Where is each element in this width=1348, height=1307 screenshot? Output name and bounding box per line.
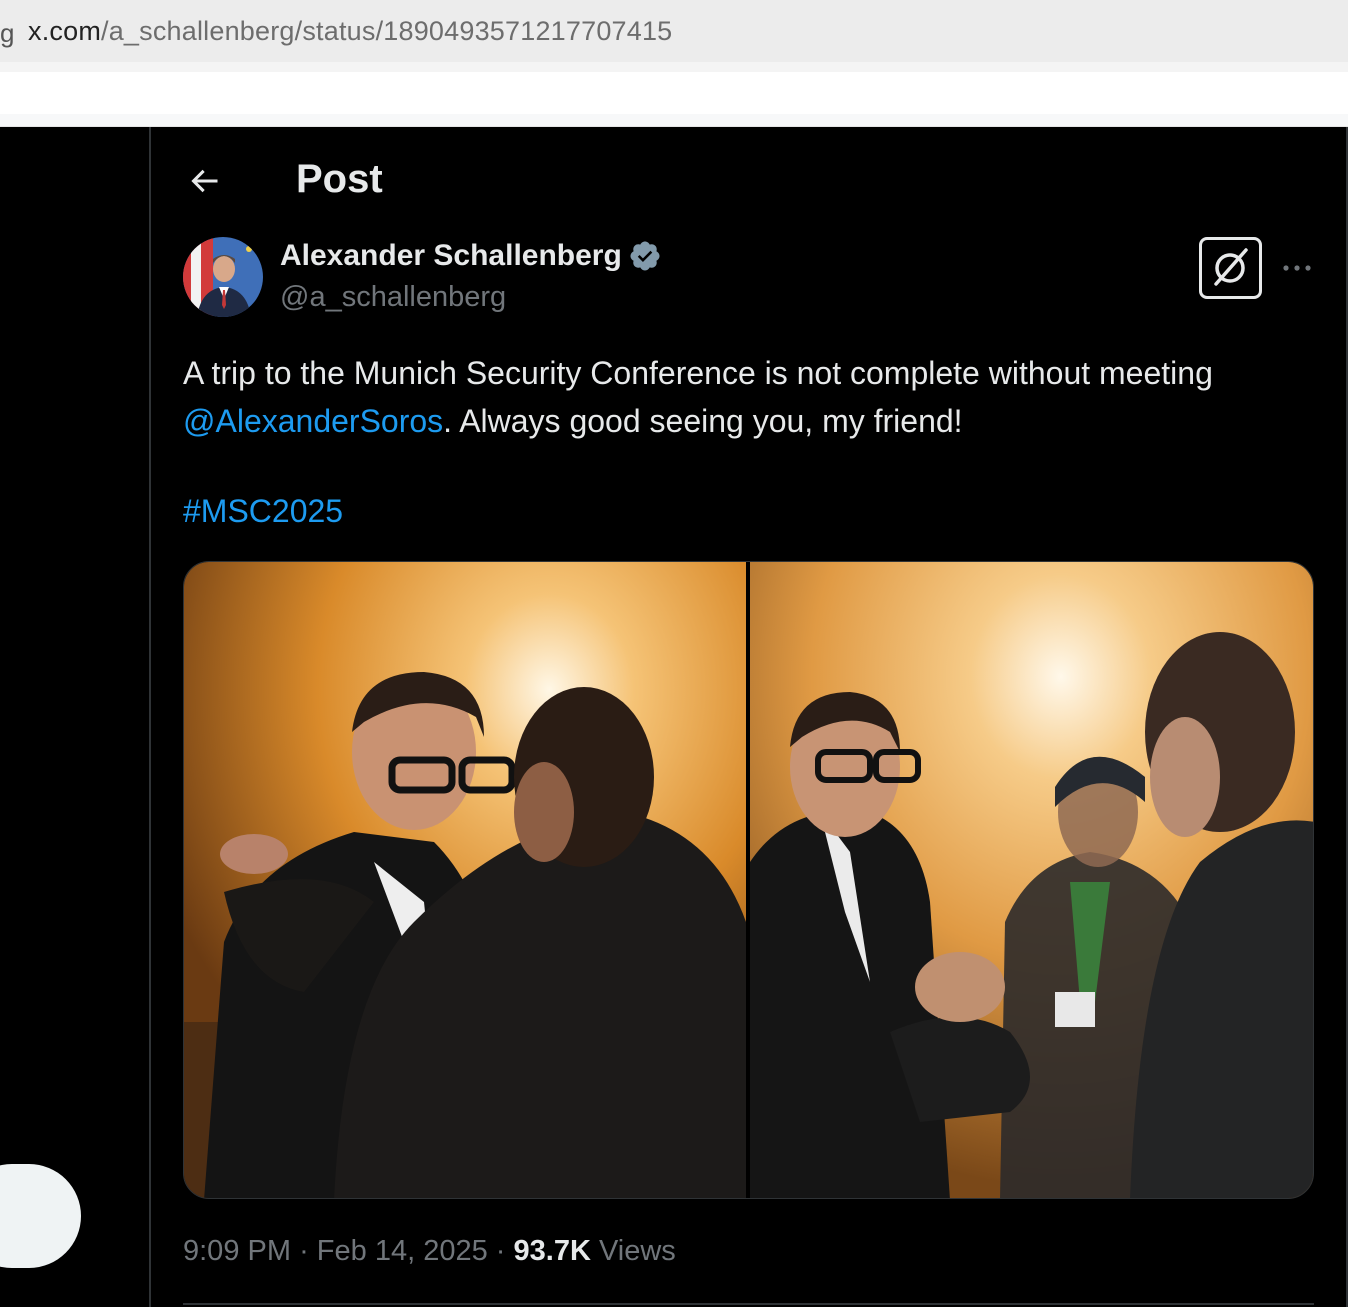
left-nav-rail xyxy=(0,127,149,1307)
avatar-image xyxy=(183,237,263,317)
post-meta: 9:09 PM · Feb 14, 2025 · 93.7K Views xyxy=(183,1235,676,1268)
mention-link[interactable]: @AlexanderSoros xyxy=(183,403,443,439)
column-divider xyxy=(149,127,151,1307)
post-media[interactable] xyxy=(183,561,1314,1199)
photo-right[interactable] xyxy=(750,562,1314,1199)
url-text[interactable]: x.com/a_schallenberg/status/189049357121… xyxy=(28,16,672,47)
post-compose-button[interactable] xyxy=(0,1164,81,1268)
arrow-left-icon[interactable] xyxy=(186,163,222,199)
views-label: Views xyxy=(598,1235,676,1267)
avatar[interactable] xyxy=(183,237,263,317)
post-text-part1: A trip to the Munich Security Conference… xyxy=(183,355,1213,391)
grok-icon xyxy=(1214,248,1248,286)
url-path: /a_schallenberg/status/18904935712177074… xyxy=(101,16,673,46)
post-date[interactable]: Feb 14, 2025 xyxy=(317,1235,488,1267)
post-text: A trip to the Munich Security Conference… xyxy=(183,349,1303,445)
more-dots-icon[interactable] xyxy=(1280,253,1314,283)
hashtag-link[interactable]: #MSC2025 xyxy=(183,493,343,530)
browser-toolbar xyxy=(0,72,1348,114)
author-handle[interactable]: @a_schallenberg xyxy=(280,281,506,314)
author-name-row[interactable]: Alexander Schallenberg xyxy=(280,239,662,273)
photo-left[interactable] xyxy=(184,562,746,1199)
post-text-part2: . Always good seeing you, my friend! xyxy=(443,403,963,439)
browser-address-bar[interactable]: g x.com/a_schallenberg/status/1890493571… xyxy=(0,0,1348,62)
browser-toolbar-edge xyxy=(0,114,1348,127)
meta-separator: · xyxy=(495,1235,506,1267)
app-area: Post Alexander Schallenberg @a_schallenb… xyxy=(0,127,1348,1307)
post-time[interactable]: 9:09 PM xyxy=(183,1235,291,1267)
page-title: Post xyxy=(296,157,383,201)
meta-separator: · xyxy=(299,1235,309,1267)
url-edge-fragment: g xyxy=(0,18,15,48)
grok-button[interactable] xyxy=(1199,237,1262,299)
author-name[interactable]: Alexander Schallenberg xyxy=(280,239,622,273)
views-count[interactable]: 93.7K xyxy=(514,1235,591,1267)
url-host: x.com xyxy=(28,16,102,46)
meta-divider xyxy=(183,1303,1314,1305)
verified-badge-icon xyxy=(630,241,660,271)
browser-bookmark-bar xyxy=(0,62,1348,72)
